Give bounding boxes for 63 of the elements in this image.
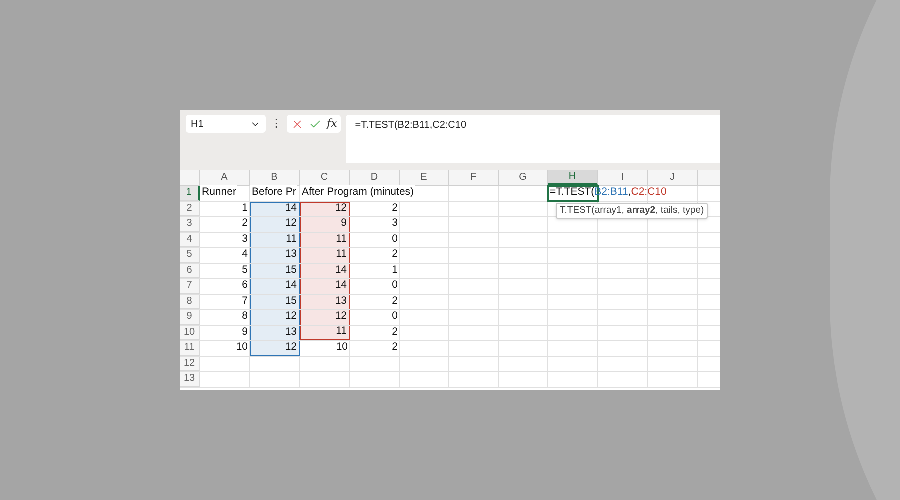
row-header[interactable]: 1 [180,186,200,200]
table-cell[interactable]: 12 [250,310,300,324]
table-cell[interactable]: 11 [300,248,350,262]
table-cell[interactable]: 14 [250,279,300,294]
table-cell[interactable]: 2 [350,326,400,340]
table-cell[interactable]: 9 [300,217,350,232]
table-cell[interactable]: 13 [250,248,300,262]
name-box[interactable]: H1 [186,115,266,133]
table-cell[interactable]: 8 [200,310,250,324]
insert-function-button[interactable]: fx [327,116,338,132]
table-cell[interactable]: 7 [200,294,250,309]
table-cell[interactable]: 2 [350,341,400,356]
row-header[interactable]: 5 [180,248,200,262]
row-header[interactable]: 12 [180,356,200,371]
table-cell[interactable]: 12 [300,310,350,324]
table-cell[interactable]: 3 [350,217,400,232]
row-header[interactable]: 4 [180,232,200,247]
table-cell[interactable]: 0 [350,279,400,294]
table-cell[interactable]: 1 [350,264,400,278]
table-cell[interactable]: 15 [250,294,300,309]
table-cell[interactable]: 9 [200,326,250,340]
table-cell[interactable]: 10 [200,341,250,356]
table-cell[interactable]: 2 [350,248,400,262]
table-cell[interactable]: 2 [200,217,250,232]
cell-text[interactable]: After Program (minutes) [300,185,416,202]
table-cell[interactable]: 11 [300,326,350,340]
table-cell[interactable]: 13 [300,294,350,309]
more-options-button[interactable]: ⋮ [271,115,282,133]
table-cell[interactable]: 14 [250,202,300,216]
table-cell[interactable]: 14 [300,279,350,294]
table-cell[interactable]: 11 [250,232,300,247]
table-cell[interactable]: 6 [200,279,250,294]
row-header[interactable]: 2 [180,202,200,216]
table-cell[interactable]: 0 [350,232,400,247]
table-cell[interactable]: 13 [250,326,300,340]
table-cell[interactable]: 11 [300,232,350,247]
table-cell[interactable]: 12 [250,341,300,356]
column-header[interactable]: J [648,170,698,185]
column-header[interactable]: F [449,170,499,185]
row-header[interactable]: 11 [180,341,200,356]
column-header[interactable]: I [598,170,648,185]
table-cell[interactable]: 5 [200,264,250,278]
table-cell[interactable]: 10 [300,341,350,356]
row-header[interactable]: 3 [180,217,200,232]
table-cell[interactable]: 0 [350,310,400,324]
row-header[interactable]: 7 [180,279,200,294]
row-header[interactable]: 6 [180,264,200,278]
table-cell[interactable]: 4 [200,248,250,262]
row-header[interactable]: 8 [180,294,200,309]
table-cell[interactable]: 12 [300,202,350,216]
table-cell[interactable]: 12 [250,217,300,232]
table-cell[interactable]: 2 [350,202,400,216]
row-header[interactable]: 9 [180,310,200,324]
table-cell[interactable]: 2 [350,294,400,309]
table-cell[interactable]: 15 [250,264,300,278]
formula-input[interactable]: =T.TEST(B2:B11,C2:C10 [346,115,720,163]
row-header[interactable]: 13 [180,372,200,386]
row-header[interactable]: 10 [180,326,200,340]
table-cell[interactable]: 3 [200,232,250,247]
table-cell[interactable]: 1 [200,202,250,216]
column-header[interactable]: H [548,170,598,185]
table-cell[interactable]: 14 [300,264,350,278]
function-tooltip: T.TEST(array1, array2, tails, type) [556,203,708,220]
